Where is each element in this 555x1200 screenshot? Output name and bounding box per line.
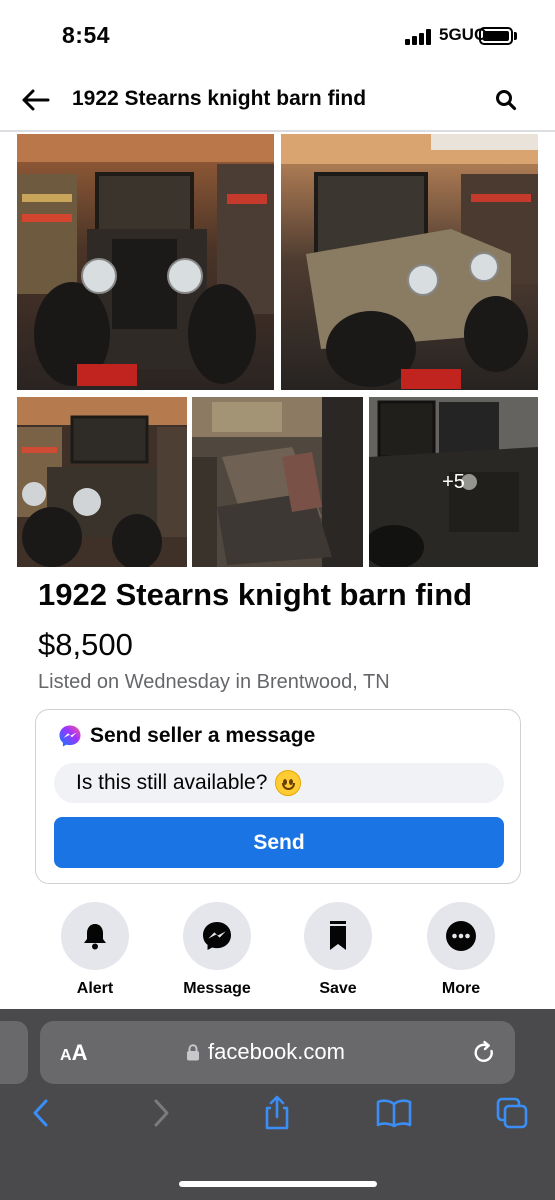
home-indicator xyxy=(179,1181,377,1187)
tabs-button[interactable] xyxy=(492,1093,532,1133)
alert-button[interactable] xyxy=(61,902,129,970)
header: 1922 Stearns knight barn find xyxy=(0,70,555,132)
browser-forward-button[interactable] xyxy=(141,1093,181,1133)
search-icon xyxy=(496,90,517,111)
alert-action[interactable]: Alert xyxy=(45,902,145,998)
save-action[interactable]: Save xyxy=(288,902,388,998)
lock-icon xyxy=(187,1043,199,1060)
battery-icon xyxy=(479,27,513,45)
car-photo-side xyxy=(281,134,538,390)
text-size-button[interactable]: AA xyxy=(60,1040,87,1066)
message-input[interactable]: Is this still available? xyxy=(54,763,504,803)
text-size-small-a: A xyxy=(60,1047,72,1064)
status-time: 8:54 xyxy=(62,22,111,48)
listing-photo-5[interactable]: +5 xyxy=(369,397,538,567)
more-action[interactable]: More xyxy=(411,902,511,998)
messenger-icon xyxy=(203,922,231,950)
tabs-icon xyxy=(496,1097,528,1129)
share-button[interactable] xyxy=(257,1093,297,1133)
bookmark-icon xyxy=(330,921,346,950)
message-card-header: Send seller a message xyxy=(58,724,315,748)
page-title: 1922 Stearns knight barn find xyxy=(72,87,367,110)
search-button[interactable] xyxy=(490,84,522,116)
more-icon xyxy=(446,921,476,951)
message-button[interactable] xyxy=(183,902,251,970)
url-display: facebook.com xyxy=(186,1039,345,1065)
signal-icon xyxy=(405,29,433,45)
send-button[interactable]: Send xyxy=(54,817,504,868)
more-label: More xyxy=(441,980,481,997)
chevron-left-icon xyxy=(33,1099,48,1127)
car-photo-angle xyxy=(17,397,187,567)
message-label: Message xyxy=(183,980,251,997)
listing-photo-3[interactable] xyxy=(17,397,187,567)
status-bar: 8:54 5GUC xyxy=(0,0,555,70)
car-photo-interior xyxy=(192,397,363,567)
share-icon xyxy=(265,1095,289,1130)
more-photos-count: +5 xyxy=(369,397,538,567)
listing-photo-2[interactable] xyxy=(281,134,538,390)
car-photo-front xyxy=(17,134,274,390)
message-input-text: Is this still available? xyxy=(76,771,268,794)
more-button[interactable] xyxy=(427,902,495,970)
text-size-big-a: A xyxy=(71,1040,88,1065)
bell-icon xyxy=(84,924,106,950)
battery-tip xyxy=(514,32,517,40)
previous-tab-peek[interactable] xyxy=(0,1021,28,1084)
messenger-logo-icon xyxy=(59,725,81,747)
arrow-left-icon xyxy=(22,89,50,111)
bookmarks-button[interactable] xyxy=(374,1093,414,1133)
chevron-right-icon xyxy=(154,1099,169,1127)
address-bar[interactable]: AA facebook.com xyxy=(40,1021,515,1084)
reload-icon[interactable] xyxy=(470,1039,498,1067)
back-button[interactable] xyxy=(18,83,52,117)
message-action[interactable]: Message xyxy=(167,902,267,998)
listing-photo-1[interactable] xyxy=(17,134,274,390)
browser-back-button[interactable] xyxy=(21,1093,61,1133)
url-text: facebook.com xyxy=(208,1039,345,1064)
listing-price: $8,500 xyxy=(38,627,133,662)
save-label: Save xyxy=(319,980,357,997)
message-seller-card: Send seller a message Is this still avai… xyxy=(35,709,521,884)
alert-label: Alert xyxy=(76,980,114,997)
book-icon xyxy=(376,1099,412,1128)
listing-meta: Listed on Wednesday in Brentwood, TN xyxy=(38,671,390,693)
listing-title: 1922 Stearns knight barn find xyxy=(38,577,473,612)
save-button[interactable] xyxy=(304,902,372,970)
listing-photo-4[interactable] xyxy=(192,397,363,567)
message-card-heading: Send seller a message xyxy=(90,724,316,747)
smile-emoji-icon xyxy=(275,770,302,796)
